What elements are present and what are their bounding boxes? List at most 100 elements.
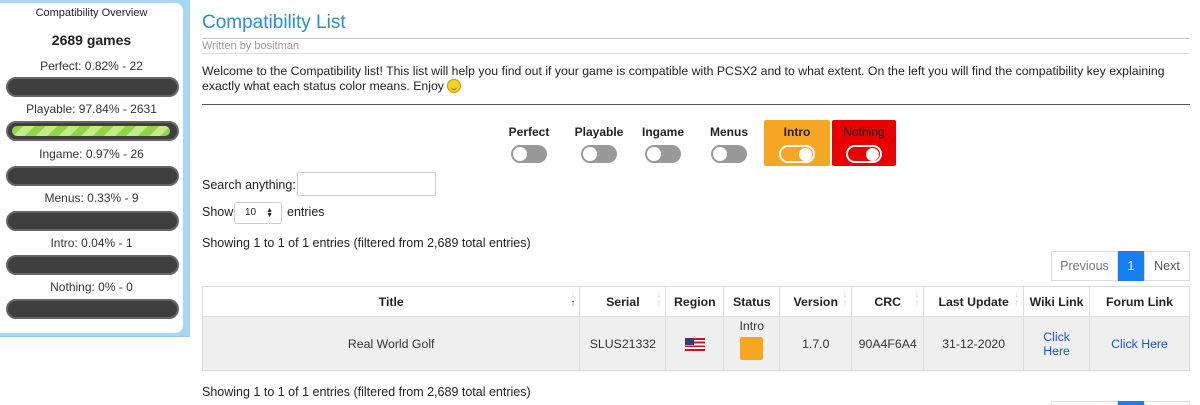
stat-label-perfect: Perfect: 0.82% - 22 — [40, 59, 143, 73]
pagination-previous-button-bottom[interactable] — [1051, 401, 1118, 405]
filter-intro[interactable]: Intro — [764, 120, 830, 166]
search-label: Search anything: — [202, 178, 296, 192]
column-region-label: Region — [673, 294, 716, 309]
toggle-switch-intro[interactable] — [779, 145, 815, 163]
column-header-wiki-link: Wiki Link — [1023, 286, 1091, 317]
intro-paragraph: Welcome to the Compatibility list! This … — [202, 64, 1187, 94]
pagination-page-1-button-bottom[interactable] — [1118, 401, 1144, 405]
cell-status: Intro — [723, 316, 781, 371]
column-title-label: Title — [378, 294, 404, 309]
filter-label-ingame: Ingame — [641, 125, 684, 139]
filter-menus[interactable]: Menus — [703, 120, 755, 166]
toggle-knob — [513, 147, 527, 161]
entries-per-page-select[interactable]: 10 ▲ ▼ — [234, 202, 282, 224]
progress-bar-playable — [6, 121, 179, 141]
column-last-update-label: Last Update — [938, 294, 1009, 309]
status-text: Intro — [739, 318, 765, 333]
column-header-region: Region — [665, 286, 725, 317]
filter-ingame[interactable]: Ingame — [635, 120, 691, 166]
toggle-knob — [583, 147, 597, 161]
entries-per-page-value: 10 — [245, 207, 257, 218]
toggle-switch-menus[interactable] — [711, 145, 747, 163]
show-label: Show — [202, 205, 234, 219]
filter-label-perfect: Perfect — [508, 125, 550, 139]
column-header-title[interactable]: Title ↓ ↑ — [201, 286, 581, 317]
pagination-next-button[interactable]: Next — [1144, 251, 1190, 281]
cell-version: 1.7.0 — [779, 316, 853, 371]
wiki-link[interactable]: Click Here — [1037, 330, 1077, 358]
byline: Written by bositman — [202, 40, 300, 52]
cell-crc: 90A4F6A4 — [851, 316, 925, 371]
us-flag-icon — [684, 337, 705, 351]
toggle-knob — [713, 147, 727, 161]
status-color-swatch — [740, 336, 764, 360]
column-crc-label: CRC — [874, 294, 902, 309]
cell-last-update: 31-12-2020 — [923, 316, 1025, 371]
smiley-icon — [447, 79, 462, 93]
cell-wiki-link: Click Here — [1023, 316, 1091, 371]
up-down-caret-icon: ▲ ▼ — [266, 207, 273, 219]
column-header-version[interactable]: Version ↓ ↑ — [779, 286, 853, 317]
pagination-previous-button[interactable]: Previous — [1051, 251, 1118, 281]
column-header-serial[interactable]: Serial ↓ ↑ — [579, 286, 667, 317]
progress-bar-perfect — [6, 77, 179, 97]
title-divider — [202, 38, 1190, 39]
pagination-page-1-button[interactable]: 1 — [1118, 251, 1144, 281]
progress-bar-intro — [6, 255, 179, 275]
cell-title: Real World Golf — [201, 316, 581, 371]
column-serial-label: Serial — [606, 294, 640, 309]
table-info-bottom: Showing 1 to 1 of 1 entries (filtered fr… — [202, 385, 531, 399]
toggle-switch-perfect[interactable] — [511, 145, 547, 163]
table-row: Real World Golf SLUS21332 Intro 1.7.0 90… — [201, 316, 1190, 371]
main-content: Compatibility List Written by bositman W… — [200, 0, 1192, 405]
column-header-last-update[interactable]: Last Update ↓ ↑ — [923, 286, 1025, 317]
entries-label: entries — [287, 205, 325, 219]
column-header-status: Status — [723, 286, 781, 317]
filter-nothing[interactable]: Nothing — [832, 120, 896, 166]
sort-icon: ↓ ↑ — [656, 289, 662, 309]
column-header-forum-link: Forum Link — [1089, 286, 1190, 317]
filter-perfect[interactable]: Perfect — [500, 120, 558, 166]
byline-divider — [202, 53, 1190, 54]
toggle-switch-playable[interactable] — [581, 145, 617, 163]
stat-label-intro: Intro: 0.04% - 1 — [50, 236, 133, 250]
sidebar-lower-panel — [0, 336, 190, 405]
column-wiki-link-label: Wiki Link — [1029, 294, 1084, 309]
compatibility-overview-panel: Compatibility Overview 2689 games Perfec… — [0, 3, 183, 333]
filter-playable[interactable]: Playable — [569, 120, 629, 166]
stat-label-nothing: Nothing: 0% - 0 — [50, 280, 133, 294]
pagination-next-button-bottom[interactable] — [1144, 401, 1190, 405]
toggle-knob — [866, 148, 879, 161]
intro-divider — [202, 104, 1190, 105]
progress-bar-menus — [6, 211, 179, 231]
forum-link[interactable]: Click Here — [1111, 337, 1168, 351]
search-input[interactable] — [297, 172, 436, 196]
sort-icon: ↓ ↑ — [1014, 289, 1020, 309]
column-forum-link-label: Forum Link — [1106, 294, 1173, 309]
column-header-crc[interactable]: CRC ↓ ↑ — [851, 286, 925, 317]
filter-label-intro: Intro — [783, 125, 811, 139]
toggle-switch-nothing[interactable] — [846, 145, 882, 163]
table-info-top: Showing 1 to 1 of 1 entries (filtered fr… — [202, 236, 531, 250]
sort-icon: ↓ ↑ — [914, 289, 920, 309]
progress-bar-ingame — [6, 166, 179, 186]
overview-title: Compatibility Overview — [35, 7, 148, 19]
compatibility-table: Title ↓ ↑ Serial ↓ ↑ Region Status Version ↓ ↑… — [201, 286, 1190, 371]
progress-bar-nothing — [6, 299, 179, 319]
toggle-switch-ingame[interactable] — [645, 145, 681, 163]
table-header-row: Title ↓ ↑ Serial ↓ ↑ Region Status Version ↓ ↑… — [201, 286, 1190, 317]
cell-forum-link: Click Here — [1089, 316, 1190, 371]
filter-label-playable: Playable — [574, 125, 624, 139]
toggle-knob — [799, 148, 812, 161]
page-title: Compatibility List — [202, 12, 346, 33]
sort-icon: ↓ ↑ — [570, 289, 576, 309]
column-version-label: Version — [793, 294, 838, 309]
toggle-knob — [647, 147, 661, 161]
total-games: 2689 games — [51, 32, 132, 48]
filter-label-menus: Menus — [709, 125, 748, 139]
progress-fill-playable — [12, 126, 170, 136]
sort-icon: ↓ ↑ — [842, 289, 848, 309]
stat-label-menus: Menus: 0.33% - 9 — [44, 191, 139, 205]
cell-region — [665, 316, 725, 371]
cell-serial: SLUS21332 — [579, 316, 667, 371]
